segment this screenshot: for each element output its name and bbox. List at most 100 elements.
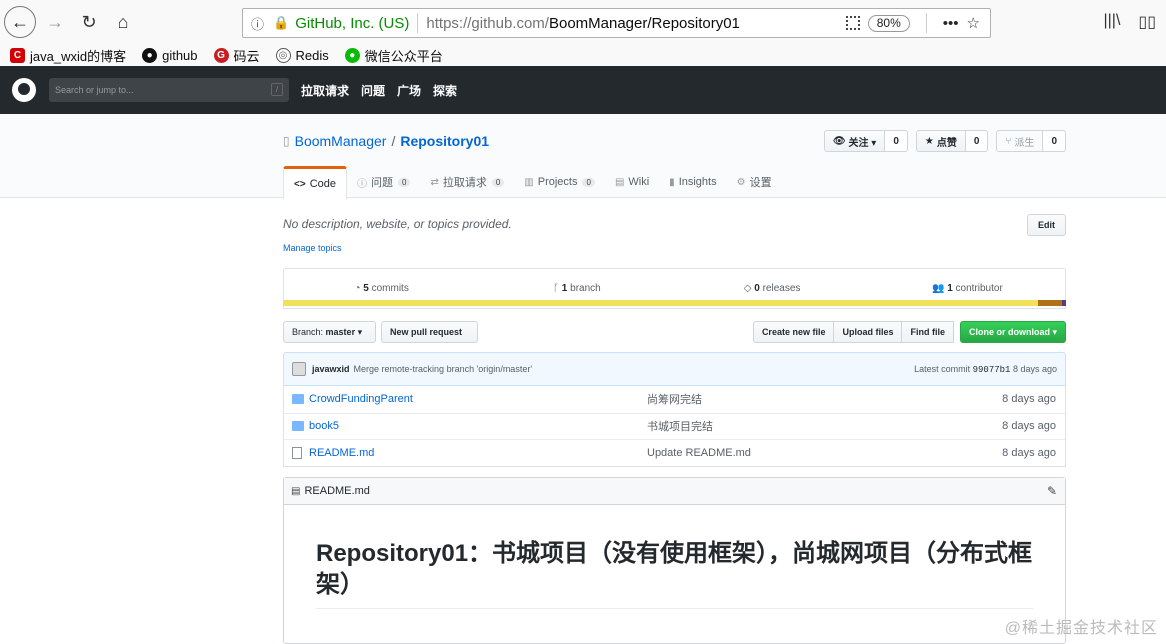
manage-topics-link[interactable]: Manage topics <box>283 243 342 253</box>
page-actions-icon[interactable]: ••• <box>943 15 959 32</box>
arrow-left-icon: ← <box>11 11 29 32</box>
branch-select-button[interactable]: Branch: master ▾ <box>283 321 376 343</box>
language-segment <box>283 300 1038 306</box>
tab-issues[interactable]: ⓘ 问题 0 <box>347 166 420 198</box>
file-age: 8 days ago <box>1002 393 1056 406</box>
latest-commit: javawxid Merge remote-tracking branch 'o… <box>283 352 1066 386</box>
contributors-link[interactable]: 👥 1 contributor <box>870 283 1065 294</box>
fork-count[interactable]: 0 <box>1043 130 1066 152</box>
bookmark-blog[interactable]: Cjava_wxid的博客 <box>10 46 126 65</box>
file-navigation: Branch: master ▾ New pull request Create… <box>283 321 1066 343</box>
nav-explore[interactable]: 探索 <box>433 82 457 99</box>
file-age: 8 days ago <box>1002 420 1056 433</box>
file-name-link[interactable]: book5 <box>309 420 647 432</box>
watch-button[interactable]: 👁 关注 ▾ <box>823 130 886 152</box>
releases-link[interactable]: ◇ 0 releases <box>675 283 870 294</box>
bookmark-wechat[interactable]: ● 微信公众平台 <box>344 46 443 65</box>
nav-pull-requests[interactable]: 拉取请求 <box>301 82 349 99</box>
file-list: CrowdFundingParent 尚筹网完结 8 days ago book… <box>283 386 1066 467</box>
latest-commit-info: Latest commit 99077b1 8 days ago <box>914 363 1057 375</box>
readme-body: Repository01：书城项目（没有使用框架），尚城网项目（分布式框架） <box>284 505 1065 609</box>
repo-description: No description, website, or topics provi… <box>283 217 512 231</box>
tab-projects[interactable]: ▥ Projects 0 <box>514 166 605 198</box>
home-button[interactable]: ⌂ <box>108 7 138 37</box>
star-count[interactable]: 0 <box>965 130 989 152</box>
commit-message-link[interactable]: Merge remote-tracking branch 'origin/mas… <box>354 364 533 374</box>
reload-button[interactable]: ↻ <box>74 7 104 37</box>
bookmarks-bar: Cjava_wxid的博客 ● github G 码云 ◎ Redis ● 微信公众平台 <box>0 44 1166 66</box>
tab-wiki[interactable]: ▤ Wiki <box>605 166 659 198</box>
home-icon: ⌂ <box>117 11 129 32</box>
language-segment <box>1062 300 1066 306</box>
github-header: Search or jump to... / 拉取请求 问题 广场 探索 <box>0 66 1166 114</box>
pull-request-icon: ⇄ <box>430 176 439 188</box>
bookmark-star-icon[interactable]: ☆ <box>967 14 980 32</box>
repo-owner-link[interactable]: BoomManager <box>295 133 387 149</box>
file-icon <box>292 446 302 459</box>
file-name-link[interactable]: README.md <box>309 447 647 459</box>
nav-issues[interactable]: 问题 <box>361 82 385 99</box>
repo-actions: 👁 关注 ▾ 0 ★ 点赞 0 ⑂ 派生 0 <box>823 130 1066 152</box>
issue-icon: ⓘ <box>356 178 367 190</box>
folder-icon <box>292 421 304 432</box>
find-file-button[interactable]: Find file <box>901 321 954 343</box>
repo-icon: ▯ <box>283 134 290 148</box>
pencil-icon[interactable]: ✎ <box>1047 484 1057 498</box>
browser-right-tools: |||\ ▯▯ <box>1103 12 1156 32</box>
arrow-right-icon: → <box>46 11 64 32</box>
github-logo-icon[interactable] <box>12 78 36 102</box>
nav-marketplace[interactable]: 广场 <box>397 82 421 99</box>
watermark: @稀土掘金技术社区 <box>1004 620 1158 637</box>
file-commit-message[interactable]: 尚筹网完结 <box>647 391 1002 407</box>
readme-filename: README.md <box>304 485 370 497</box>
tab-insights[interactable]: ▮ Insights <box>659 166 726 198</box>
fork-icon: ⑂ <box>1005 135 1012 147</box>
repo-name-link[interactable]: Repository01 <box>400 133 489 149</box>
clone-download-button[interactable]: Clone or download ▾ <box>959 321 1066 343</box>
sidebar-icon[interactable]: ▯▯ <box>1138 12 1156 32</box>
reload-icon: ↻ <box>81 11 97 32</box>
people-icon: 👥 <box>931 283 945 294</box>
eye-icon: 👁 <box>832 135 846 147</box>
file-commit-message[interactable]: Update README.md <box>647 447 1002 459</box>
forward-button[interactable]: → <box>40 7 70 37</box>
tab-settings[interactable]: ⚙ 设置 <box>727 166 782 198</box>
fork-action: ⑂ 派生 0 <box>996 130 1066 152</box>
readme-box: ▤ README.md ✎ Repository01：书城项目（没有使用框架），… <box>283 477 1066 644</box>
library-icon[interactable]: |||\ <box>1103 12 1120 32</box>
back-button[interactable]: ← <box>4 6 36 38</box>
search-input[interactable]: Search or jump to... / <box>49 78 289 102</box>
tag-icon: ◇ <box>743 283 752 294</box>
file-commit-message[interactable]: 书城项目完结 <box>647 418 1002 434</box>
file-name-link[interactable]: CrowdFundingParent <box>309 393 647 405</box>
bookmark-gitee[interactable]: G 码云 <box>213 46 260 65</box>
bookmark-github[interactable]: ● github <box>142 47 198 63</box>
code-icon: <> <box>294 178 306 190</box>
url-text[interactable]: https://github.com/BoomManager/Repositor… <box>426 15 740 32</box>
star-button[interactable]: ★ 点赞 <box>915 130 966 152</box>
bookmark-redis[interactable]: ◎ Redis <box>275 47 329 63</box>
branches-link[interactable]: ᚴ 1 branch <box>479 283 674 294</box>
fork-button[interactable]: ⑂ 派生 <box>996 130 1044 152</box>
avatar[interactable] <box>292 362 306 376</box>
commit-author-link[interactable]: javawxid <box>312 364 350 374</box>
commits-link[interactable]: ◔ 5 commits <box>284 283 479 294</box>
caret-down-icon: ▾ <box>357 326 363 337</box>
address-bar[interactable]: ⓘ 🔒 GitHub, Inc. (US) https://github.com… <box>242 8 991 38</box>
table-row: book5 书城项目完结 8 days ago <box>284 412 1065 440</box>
site-identity[interactable]: GitHub, Inc. (US) <box>295 15 409 32</box>
commit-sha-link[interactable]: 99077b1 <box>973 365 1011 375</box>
create-file-button[interactable]: Create new file <box>752 321 835 343</box>
upload-files-button[interactable]: Upload files <box>833 321 903 343</box>
language-bar[interactable] <box>283 300 1066 306</box>
qrcode-icon[interactable] <box>845 16 860 30</box>
tab-code[interactable]: <> Code <box>283 166 347 199</box>
graph-icon: ▮ <box>669 176 675 188</box>
tab-pull-requests[interactable]: ⇄ 拉取请求 0 <box>420 166 514 198</box>
history-icon: ◔ <box>354 283 361 294</box>
new-pull-request-button[interactable]: New pull request <box>381 321 478 343</box>
info-icon[interactable]: ⓘ <box>251 14 271 33</box>
zoom-level-button[interactable]: 80% <box>867 14 910 32</box>
edit-button[interactable]: Edit <box>1027 214 1066 236</box>
watch-count[interactable]: 0 <box>885 130 908 152</box>
